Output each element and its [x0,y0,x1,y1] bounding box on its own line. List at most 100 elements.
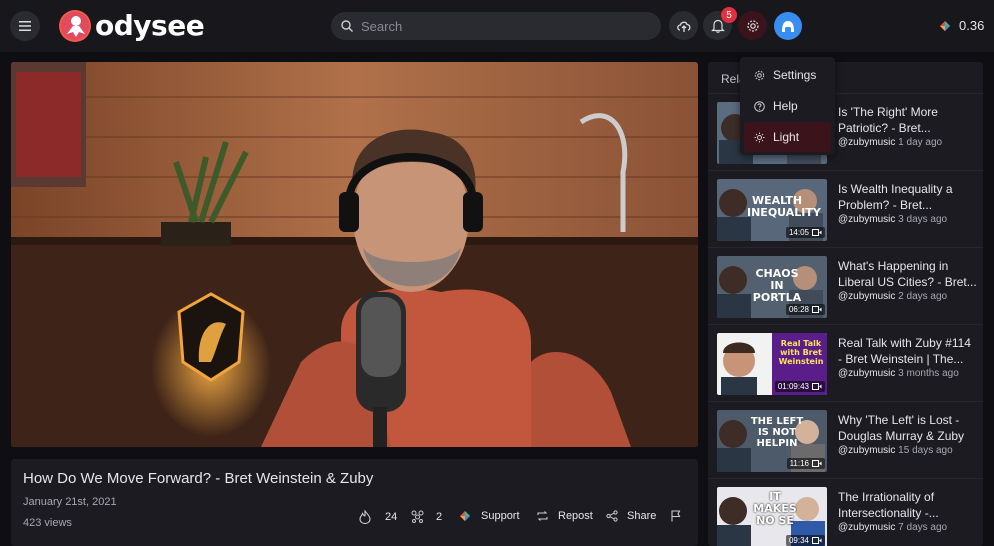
video-camera-icon [812,383,822,390]
video-age: 1 day ago [898,137,943,148]
channel-name[interactable]: @zubymusic [838,291,895,302]
duration-badge: 06:28 [785,304,825,315]
flag-icon [671,510,681,522]
sun-icon [754,132,765,142]
related-item[interactable]: THE LEFT IS NOT HELPIN 11:16 Why 'The Le… [708,401,983,478]
duration-badge: 01:09:43 [774,381,825,392]
duration-text: 01:09:43 [777,382,809,391]
support-label: Support [481,510,520,522]
video-age: 15 days ago [898,445,953,456]
duration-text: 14:05 [788,228,809,237]
video-player[interactable] [11,62,698,447]
channel-name[interactable]: @zubymusic [838,214,895,225]
thumbnail-caption: Real Talk with Bret Weinstein [778,339,824,366]
fire-reaction-button[interactable]: 24 [359,510,397,524]
video-age: 2 days ago [898,291,948,302]
video-camera-icon [812,306,822,313]
upload-button[interactable] [669,11,698,40]
thumbnail-caption: WEALTH INEQUALITY [747,194,821,219]
hamburger-menu-button[interactable] [10,11,40,41]
related-item[interactable]: Real Talk with Bret Weinstein 01:09:43 R… [708,324,983,401]
duration-badge: 09:34 [785,535,825,546]
fire-icon [359,510,371,524]
related-item-meta: @zubymusic 7 days ago [838,522,947,533]
menu-item-light-theme[interactable]: Light [744,122,831,152]
video-info-panel: How Do We Move Forward? - Bret Weinstein… [11,459,698,546]
settings-button[interactable] [738,11,767,40]
balance-amount: 0.36 [959,18,985,33]
share-button[interactable]: Share [606,510,656,522]
related-item-meta: @zubymusic 15 days ago [838,445,953,456]
menu-item-help[interactable]: Help [744,91,831,121]
menu-item-label: Help [773,99,798,113]
related-item-title: Is 'The Right' More Patriotic? - Bret... [838,105,938,135]
video-camera-icon [812,460,822,467]
slime-count: 2 [436,510,443,523]
help-icon [754,100,765,112]
channel-name[interactable]: @zubymusic [838,522,895,533]
gear-icon [754,70,765,80]
video-thumbnail[interactable]: IT MAKES NO SE 09:34 [717,487,827,546]
duration-badge: 14:05 [785,227,825,238]
related-item-meta: @zubymusic 3 months ago [838,368,959,379]
video-thumbnail[interactable]: THE LEFT IS NOT HELPIN 11:16 [717,410,827,472]
channel-name[interactable]: @zubymusic [838,445,895,456]
menu-icon [19,21,31,31]
video-thumbnail[interactable]: WEALTH INEQUALITY 14:05 [717,179,827,241]
related-item-title: Real Talk with Zuby #114 - Bret Weinstei… [838,336,971,366]
related-item[interactable]: IT MAKES NO SE 09:34 The Irrationality o… [708,478,983,546]
menu-item-label: Light [773,130,800,144]
related-item[interactable]: WEALTH INEQUALITY 14:05 Is Wealth Inequa… [708,170,983,247]
video-age: 3 months ago [898,368,959,379]
video-title: How Do We Move Forward? - Bret Weinstein… [23,470,374,487]
avatar-icon [782,21,794,32]
credit-balance[interactable]: 0.36 [938,18,984,33]
related-item-meta: @zubymusic 2 days ago [838,291,947,302]
search-icon [341,20,353,32]
repost-button[interactable]: Repost [536,510,593,522]
duration-text: 06:28 [788,305,809,314]
lbc-credits-icon [940,20,950,31]
related-item-title: Is Wealth Inequality a Problem? - Bret..… [838,182,953,212]
top-bar: odysee 5 0.36 [0,0,994,52]
settings-dropdown-menu: Settings Help Light [740,57,835,155]
related-item-meta: @zubymusic 1 day ago [838,137,942,148]
share-icon [606,510,618,522]
odysee-logo-icon [59,9,91,42]
thumbnail-caption: IT MAKES NO SE [753,490,797,527]
video-date: January 21st, 2021 [23,496,117,508]
slime-reaction-button[interactable]: 2 [411,510,442,523]
duration-text: 11:16 [789,459,809,468]
menu-item-settings[interactable]: Settings [744,60,831,90]
report-button[interactable] [670,510,681,522]
logo-text: odysee [95,9,205,42]
related-item[interactable]: CHAOS IN PORTLA 06:28 What's Happening i… [708,247,983,324]
video-thumbnail[interactable]: CHAOS IN PORTLA 06:28 [717,256,827,318]
upload-cloud-icon [676,21,690,32]
video-thumbnail[interactable]: Real Talk with Bret Weinstein 01:09:43 [717,333,827,395]
video-frame [11,62,698,447]
channel-name[interactable]: @zubymusic [838,137,895,148]
video-camera-icon [812,229,822,236]
search-bar[interactable] [331,12,661,40]
duration-text: 09:34 [788,536,809,545]
odysee-logo[interactable]: odysee [59,9,205,42]
search-input[interactable] [359,17,643,35]
menu-item-label: Settings [773,68,817,82]
related-item-title: What's Happening in Liberal US Cities? -… [838,259,977,289]
notification-count-badge: 5 [721,7,737,23]
lbc-support-icon [460,511,470,521]
repost-label: Repost [558,510,593,522]
support-button[interactable]: Support [458,510,520,522]
thumbnail-caption: CHAOS IN PORTLA [752,267,802,304]
gear-icon [746,19,759,32]
video-views: 423 views [23,517,72,529]
related-item-title: The Irrationality of Intersectionality -… [838,490,939,520]
video-age: 7 days ago [898,522,948,533]
slime-icon [411,510,424,523]
video-age: 3 days ago [898,214,948,225]
fire-count: 24 [385,511,398,523]
channel-name[interactable]: @zubymusic [838,368,895,379]
user-avatar[interactable] [774,12,802,40]
related-item-meta: @zubymusic 3 days ago [838,214,947,225]
